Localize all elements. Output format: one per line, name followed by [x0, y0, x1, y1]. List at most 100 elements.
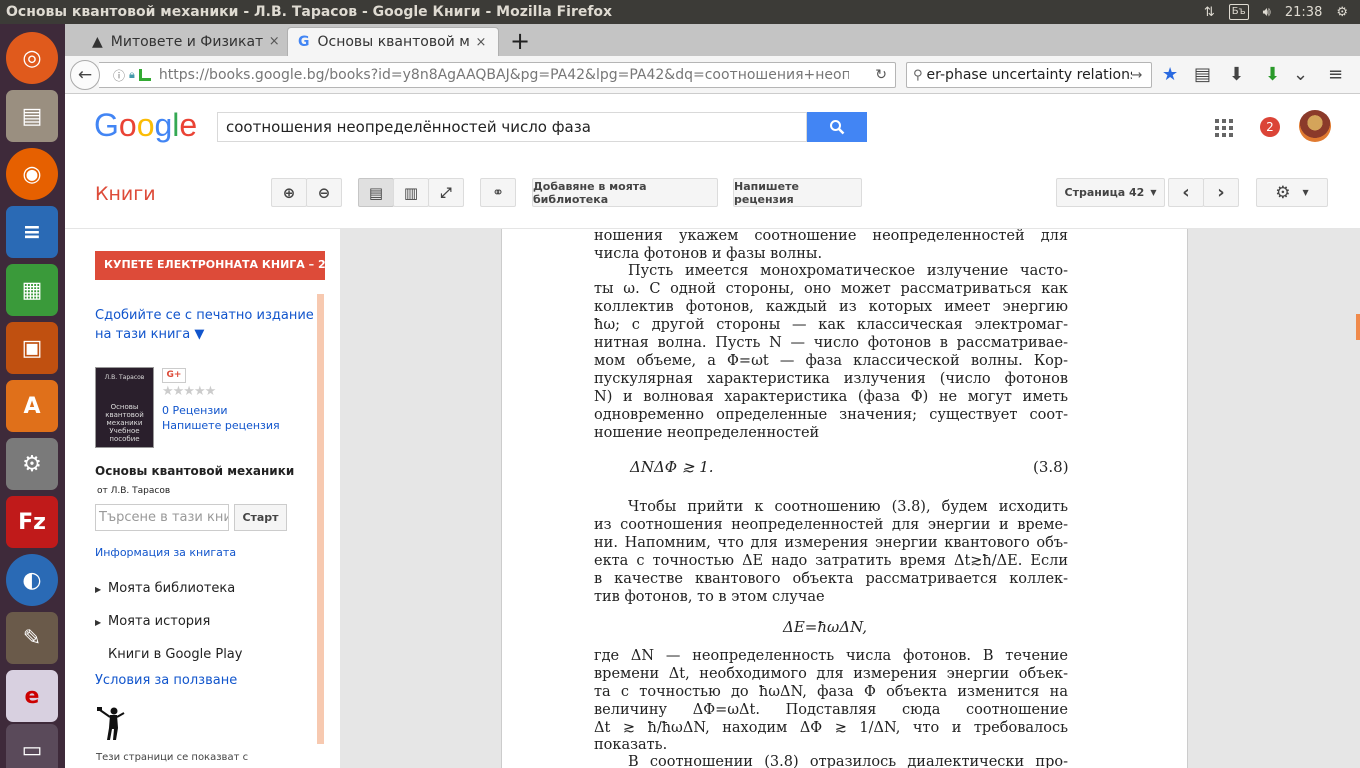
write-review-button[interactable]: Напишете рецензия — [733, 178, 862, 207]
search-in-book-input[interactable]: Търсене в тази книга — [95, 504, 229, 531]
tab-osnovy[interactable]: G Основы квантовой ме × — [287, 27, 499, 56]
tab-title: Митовете и Физиката — [110, 33, 263, 50]
link-button[interactable]: ⚭ — [480, 178, 516, 207]
writer-icon[interactable]: ≡ — [6, 206, 58, 258]
system-settings-icon[interactable]: ⚙ — [6, 438, 58, 490]
files-icon[interactable]: ▤ — [6, 90, 58, 142]
browser-search-field[interactable]: ⚲ er-phase uncertainty relations → — [906, 62, 1152, 88]
book-title: Основы квантовой механики — [95, 464, 295, 478]
downloads-icon[interactable]: ⬇ — [1229, 64, 1244, 85]
page-icon: ▤ — [368, 183, 384, 202]
site-info-icon[interactable]: ⓘ — [113, 67, 125, 84]
paragraph-line: тив фотонов, то в этом случае — [594, 589, 825, 605]
indicator-area: ⇅ Бъ 🔊︎ 21:38 ⚙ — [1204, 0, 1360, 24]
zoom-out-button[interactable]: ⊖ — [306, 178, 342, 207]
apps-grid-icon[interactable] — [1215, 119, 1233, 137]
avatar[interactable] — [1299, 110, 1331, 142]
filezilla-icon[interactable]: Fz — [6, 496, 58, 548]
power-gear-icon[interactable]: ⚙ — [1336, 5, 1348, 20]
search-go-icon[interactable]: → — [1132, 68, 1143, 83]
firefox-icon[interactable]: ◉ — [6, 148, 58, 200]
search-icon: ⚲ — [913, 67, 923, 83]
volume-icon[interactable]: 🔊︎ — [1263, 5, 1271, 20]
rating-stars[interactable]: ★★★★★ — [162, 384, 216, 399]
tab-close-icon[interactable]: × — [269, 34, 280, 49]
logo-letter: e — [179, 107, 198, 143]
new-tab-button[interactable]: + — [510, 27, 530, 55]
workspace-switcher-icon[interactable]: e — [6, 670, 58, 722]
viewer-scroll-indicator[interactable] — [1356, 314, 1360, 340]
reviews-link[interactable]: 0 Рецензии — [162, 404, 228, 417]
logo-letter: g — [154, 107, 173, 143]
paragraph-line: показать. — [594, 737, 668, 753]
book-author: от Л.В. Тарасов — [97, 486, 171, 496]
write-review-link[interactable]: Напишете рецензия — [162, 419, 280, 432]
browser-search-value[interactable]: er-phase uncertainty relations — [927, 67, 1132, 83]
google-logo[interactable]: Google — [94, 107, 197, 144]
paragraph-line: из соотношения неопределенностей для эне… — [594, 517, 1068, 533]
google-search-input[interactable]: соотношения неопределённостей число фаза — [217, 112, 807, 142]
clock[interactable]: 21:38 — [1285, 5, 1322, 20]
print-edition-link[interactable]: Сдобийте се с печатно издание на тази кн… — [95, 306, 315, 344]
lock-icon[interactable]: 🔒︎ — [129, 68, 135, 82]
tracking-icon[interactable] — [138, 69, 151, 81]
page-selector[interactable]: Страница 42 ▼ — [1056, 178, 1165, 207]
single-page-view-button[interactable]: ▤ — [358, 178, 394, 207]
hamburger-menu-icon[interactable]: ≡ — [1328, 64, 1343, 85]
book-cover[interactable]: Л.В. Тарасов Основы квантовой механики У… — [95, 367, 154, 448]
formula-number: (3.8) — [1033, 458, 1069, 476]
terms-link[interactable]: Условия за ползване — [95, 673, 237, 688]
paragraph-line: N) и волновая характеристика (фаза Φ) не… — [594, 389, 1068, 405]
tab-close-icon[interactable]: × — [476, 35, 487, 50]
google-search-button[interactable] — [807, 112, 867, 142]
settings-button[interactable]: ⚙ ▼ — [1256, 178, 1328, 207]
pocket-icon[interactable]: ⬇ — [1265, 64, 1280, 85]
chevron-left-icon: ‹ — [1182, 182, 1190, 203]
google-play-books-item[interactable]: Книги в Google Play — [95, 647, 242, 662]
buy-ebook-button[interactable]: КУПЕТЕ ЕЛЕКТРОННАТА КНИГА – 24,53 ЛВ. — [95, 251, 325, 280]
fullscreen-button[interactable]: ⤢ — [428, 178, 464, 207]
section-title[interactable]: Книги — [95, 183, 156, 205]
books-toolbar: Книги ⊕ ⊖ ▤ ▥ ⤢ ⚭ Добавяне в моята библи… — [65, 160, 1360, 229]
sidebar-scrollbar[interactable] — [317, 294, 324, 744]
back-button[interactable]: ← — [70, 60, 100, 90]
notifications-badge[interactable]: 2 — [1260, 117, 1280, 137]
copyright-figure-icon — [97, 707, 125, 740]
my-history-item[interactable]: ▶ Моята история — [95, 614, 210, 629]
start-search-button[interactable]: Старт — [234, 504, 287, 531]
impress-icon[interactable]: ▣ — [6, 322, 58, 374]
logo-letter: G — [94, 107, 119, 143]
bookmark-star-icon[interactable]: ★ — [1162, 64, 1178, 85]
menu-label: Книги в Google Play — [108, 647, 243, 662]
tab-mitovete[interactable]: ▲ Митовете и Физиката × — [82, 27, 282, 56]
next-page-button[interactable]: › — [1203, 178, 1239, 207]
gplus-button[interactable]: G+ — [162, 368, 186, 383]
keyboard-layout-indicator[interactable]: Бъ — [1228, 4, 1249, 20]
paragraph-line: коллектив фотонов, каждый из которых име… — [594, 299, 1068, 315]
add-to-library-button[interactable]: Добавяне в моята библиотека — [532, 178, 718, 207]
zoom-in-button[interactable]: ⊕ — [271, 178, 307, 207]
url-bar[interactable]: ⓘ 🔒︎ https://books.google.bg/books?id=y8… — [99, 62, 896, 88]
paragraph-line: в качестве квантового объекта рассматрив… — [594, 571, 1068, 587]
trash-icon[interactable]: ▭ — [6, 724, 58, 768]
reload-icon[interactable]: ↻ — [875, 67, 887, 83]
prev-page-button[interactable]: ‹ — [1168, 178, 1204, 207]
calc-icon[interactable]: ▦ — [6, 264, 58, 316]
fish-app-icon[interactable]: ◐ — [6, 554, 58, 606]
tab-favicon-icon: ▲ — [92, 33, 103, 50]
ubuntu-dash-icon[interactable]: ◎ — [6, 32, 58, 84]
reading-list-icon[interactable]: ▤ — [1194, 64, 1211, 85]
network-icon[interactable]: ⇅ — [1204, 5, 1215, 20]
url-text[interactable]: https://books.google.bg/books?id=y8n8AgA… — [159, 67, 849, 83]
google-header: Google соотношения неопределённостей чис… — [65, 94, 1360, 160]
software-center-icon[interactable]: A — [6, 380, 58, 432]
browser-nav-bar: ⓘ 🔒︎ https://books.google.bg/books?id=y8… — [65, 56, 1360, 94]
gimp-icon[interactable]: ✎ — [6, 612, 58, 664]
book-info-link[interactable]: Информация за книгата — [95, 546, 236, 559]
paragraph-line: где ΔN — неопределенность числа фотонов.… — [594, 648, 1068, 664]
chevron-down-icon[interactable]: ⌄ — [1293, 64, 1308, 85]
book-viewer[interactable]: ношения укажем соотношение неопределенно… — [340, 229, 1360, 768]
my-library-item[interactable]: ▶ Моята библиотека — [95, 581, 235, 596]
two-page-view-button[interactable]: ▥ — [393, 178, 429, 207]
chevron-right-icon: › — [1217, 182, 1225, 203]
